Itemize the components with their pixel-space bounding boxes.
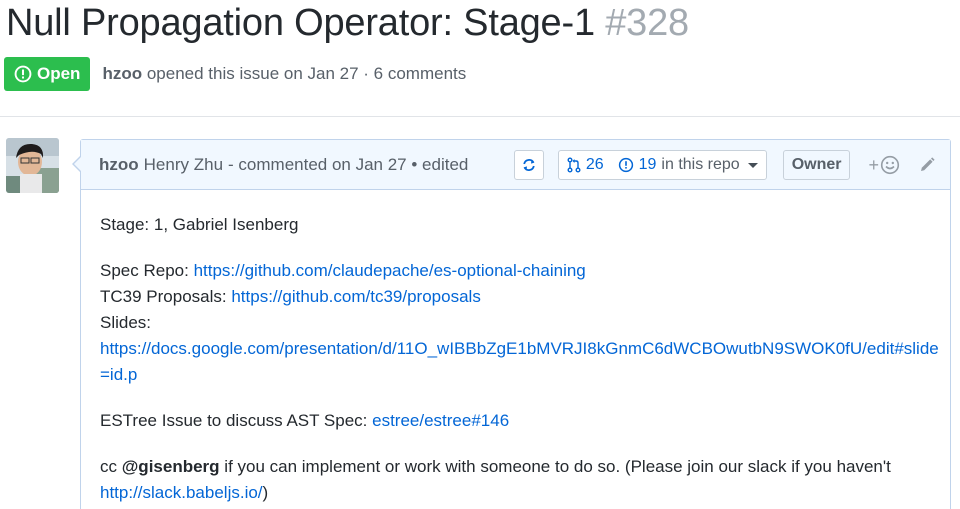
issue-meta: Open hzoo opened this issue on Jan 27 · …	[4, 57, 466, 91]
spec-repo-link[interactable]: https://github.com/claudepache/es-option…	[194, 261, 586, 280]
header-divider	[0, 116, 960, 117]
slides-label: Slides:	[100, 313, 152, 332]
cc-suffix: )	[262, 483, 269, 502]
cc-text: if you can implement or work with someon…	[219, 457, 891, 476]
spec-repo-line: Spec Repo: https://github.com/claudepach…	[100, 258, 940, 284]
estree-label: ESTree Issue to discuss AST Spec:	[100, 411, 373, 430]
links-block: Spec Repo: https://github.com/claudepach…	[100, 258, 940, 388]
user-mention[interactable]: @gisenberg	[122, 457, 220, 476]
issue-title: Null Propagation Operator: Stage-1 #328	[6, 2, 689, 45]
repo-stats-dropdown[interactable]: 26 19 in this repo	[557, 150, 767, 180]
pr-count: 26	[585, 156, 604, 173]
issue-opened-icon	[14, 65, 32, 83]
sync-icon	[523, 159, 535, 171]
comment-meta[interactable]: - commented on Jan 27 • edited	[228, 155, 468, 175]
estree-issue-link[interactable]: estree/estree#146	[372, 411, 509, 430]
sync-button[interactable]	[513, 150, 544, 180]
edit-comment-button[interactable]	[918, 156, 936, 174]
estree-line: ESTree Issue to discuss AST Spec: estree…	[100, 408, 940, 434]
comment-body: Stage: 1, Gabriel Isenberg Spec Repo: ht…	[100, 212, 940, 506]
repo-scope-label: in this repo	[661, 156, 740, 173]
slack-link[interactable]: http://slack.babeljs.io/	[100, 483, 263, 502]
state-label: Open	[37, 64, 81, 83]
cc-line: cc @gisenberg if you can implement or wo…	[100, 454, 940, 506]
smiley-icon	[880, 155, 900, 175]
issue-title-text: Null Propagation Operator: Stage-1	[6, 2, 595, 44]
owner-badge: Owner	[782, 150, 851, 180]
issue-opened-text: opened this issue on Jan 27 · 6 comments	[146, 64, 467, 83]
tc39-proposals-link[interactable]: https://github.com/tc39/proposals	[231, 287, 480, 306]
issue-meta-text: hzoo opened this issue on Jan 27 · 6 com…	[102, 64, 466, 84]
comment-author-fullname: Henry Zhu	[143, 154, 224, 174]
tc39-line: TC39 Proposals: https://github.com/tc39/…	[100, 284, 940, 310]
avatar[interactable]	[6, 138, 59, 193]
cc-prefix: cc	[100, 457, 122, 476]
tc39-label: TC39 Proposals:	[100, 287, 232, 306]
issue-author-link[interactable]: hzoo	[102, 64, 142, 83]
chevron-down-icon	[747, 162, 758, 168]
slides-line: https://docs.google.com/presentation/d/1…	[100, 336, 940, 388]
reaction-plus: +	[868, 154, 879, 175]
pencil-icon	[921, 157, 935, 171]
issue-page: Null Propagation Operator: Stage-1 #328 …	[0, 0, 960, 509]
pull-request-icon	[567, 157, 581, 173]
issue-icon	[618, 157, 633, 173]
stage-line: Stage: 1, Gabriel Isenberg	[100, 215, 299, 234]
comment-actions: 26 19 in this repo Owner +	[513, 149, 936, 181]
issue-count: 19	[638, 156, 657, 173]
comment-header: hzoo Henry Zhu - commented on Jan 27 • e…	[81, 140, 950, 190]
comment-box: hzoo Henry Zhu - commented on Jan 27 • e…	[72, 139, 951, 509]
add-reaction-button[interactable]: +	[868, 155, 900, 176]
comment-author-link[interactable]: hzoo	[99, 155, 139, 175]
slides-link[interactable]: https://docs.google.com/presentation/d/1…	[100, 339, 939, 384]
spec-repo-label: Spec Repo:	[100, 261, 194, 280]
issue-number: #328	[605, 2, 689, 44]
state-badge: Open	[4, 57, 91, 91]
